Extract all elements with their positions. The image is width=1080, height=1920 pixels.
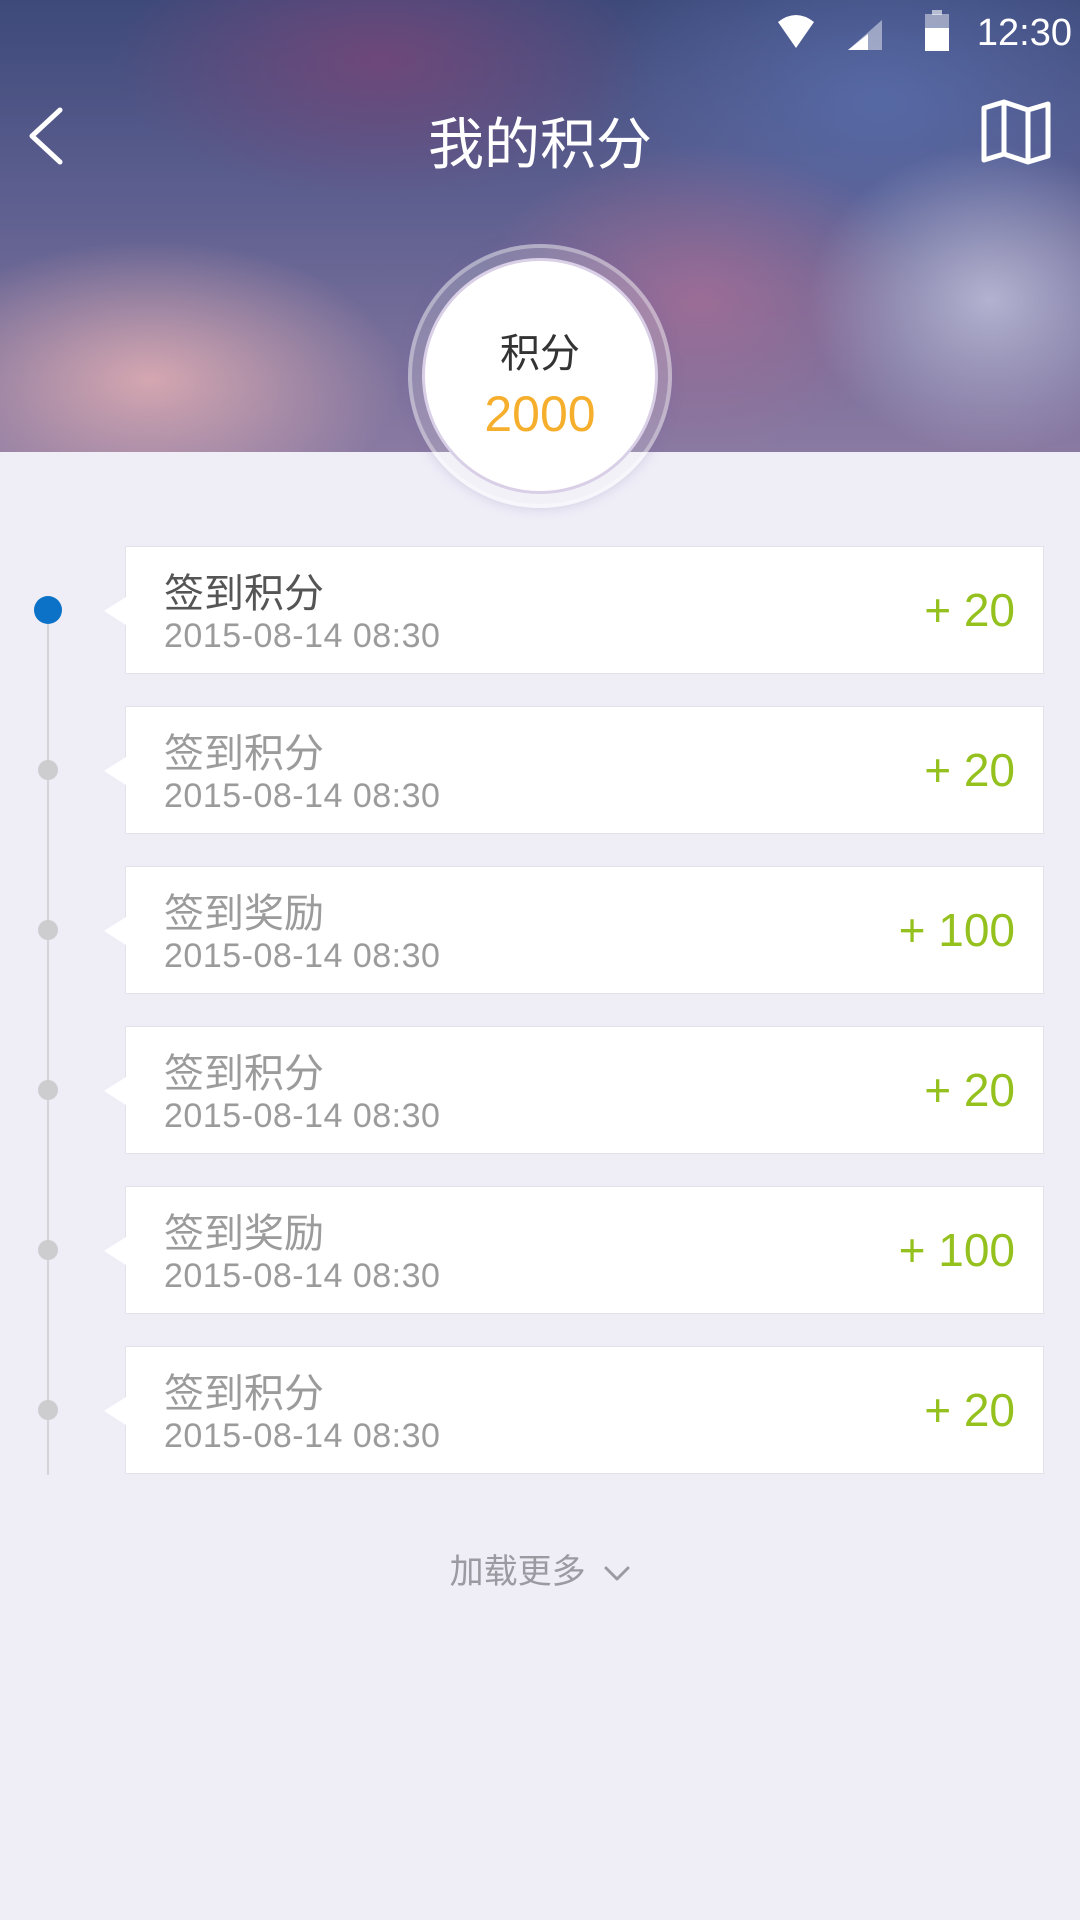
score-value: 2000 [484, 386, 596, 442]
record-title: 签到奖励 [164, 891, 324, 937]
status-bar: 12:30 [0, 0, 1080, 70]
timeline-line [47, 610, 49, 1475]
map-icon [981, 99, 1051, 165]
chevron-down-icon [604, 1566, 630, 1580]
record-title: 签到积分 [164, 1051, 324, 1097]
record-title: 签到积分 [164, 731, 324, 777]
record-points: + 100 [898, 904, 1015, 956]
load-more-label: 加载更多 [449, 1552, 586, 1592]
record-time: 2015-08-14 08:30 [164, 1257, 441, 1295]
timeline-dot [38, 760, 58, 780]
points-record-item[interactable]: 签到积分 2015-08-14 08:30 + 20 [104, 706, 1044, 834]
points-record-item[interactable]: 签到积分 2015-08-14 08:30 + 20 [104, 1346, 1044, 1474]
timeline-dot [38, 920, 58, 940]
record-time: 2015-08-14 08:30 [164, 1417, 441, 1455]
signal-icon [846, 18, 884, 56]
wifi-icon [776, 14, 816, 54]
record-title: 签到积分 [164, 1371, 324, 1417]
record-title: 签到积分 [164, 571, 324, 617]
score-label: 积分 [500, 331, 580, 377]
timeline-dot [38, 1080, 58, 1100]
card-pointer [104, 597, 126, 625]
points-record-item[interactable]: 签到奖励 2015-08-14 08:30 + 100 [104, 1186, 1044, 1314]
score-badge-inner: 积分 2000 [422, 258, 658, 494]
card-pointer [104, 1237, 126, 1265]
record-time: 2015-08-14 08:30 [164, 1097, 441, 1135]
status-time: 12:30 [976, 12, 1072, 54]
record-points: + 20 [924, 1384, 1015, 1436]
score-badge: 积分 2000 [408, 244, 672, 508]
record-points: + 20 [924, 744, 1015, 796]
timeline-dot-active [34, 596, 62, 624]
card-pointer [104, 1397, 126, 1425]
timeline-dot [38, 1400, 58, 1420]
points-record-item[interactable]: 签到积分 2015-08-14 08:30 + 20 [104, 1026, 1044, 1154]
record-points: + 20 [924, 584, 1015, 636]
record-time: 2015-08-14 08:30 [164, 777, 441, 815]
record-title: 签到奖励 [164, 1211, 324, 1257]
map-button[interactable] [980, 98, 1052, 166]
record-time: 2015-08-14 08:30 [164, 937, 441, 975]
record-time: 2015-08-14 08:30 [164, 617, 441, 655]
card-pointer [104, 757, 126, 785]
points-record-item[interactable]: 签到奖励 2015-08-14 08:30 + 100 [104, 866, 1044, 994]
record-points: + 100 [898, 1224, 1015, 1276]
battery-icon [924, 10, 950, 56]
record-points: + 20 [924, 1064, 1015, 1116]
timeline-dot [38, 1240, 58, 1260]
page-title: 我的积分 [428, 113, 652, 178]
load-more-button[interactable]: 加载更多 [0, 1544, 1080, 1593]
card-pointer [104, 917, 126, 945]
card-pointer [104, 1077, 126, 1105]
points-record-item[interactable]: 签到积分 2015-08-14 08:30 + 20 [104, 546, 1044, 674]
